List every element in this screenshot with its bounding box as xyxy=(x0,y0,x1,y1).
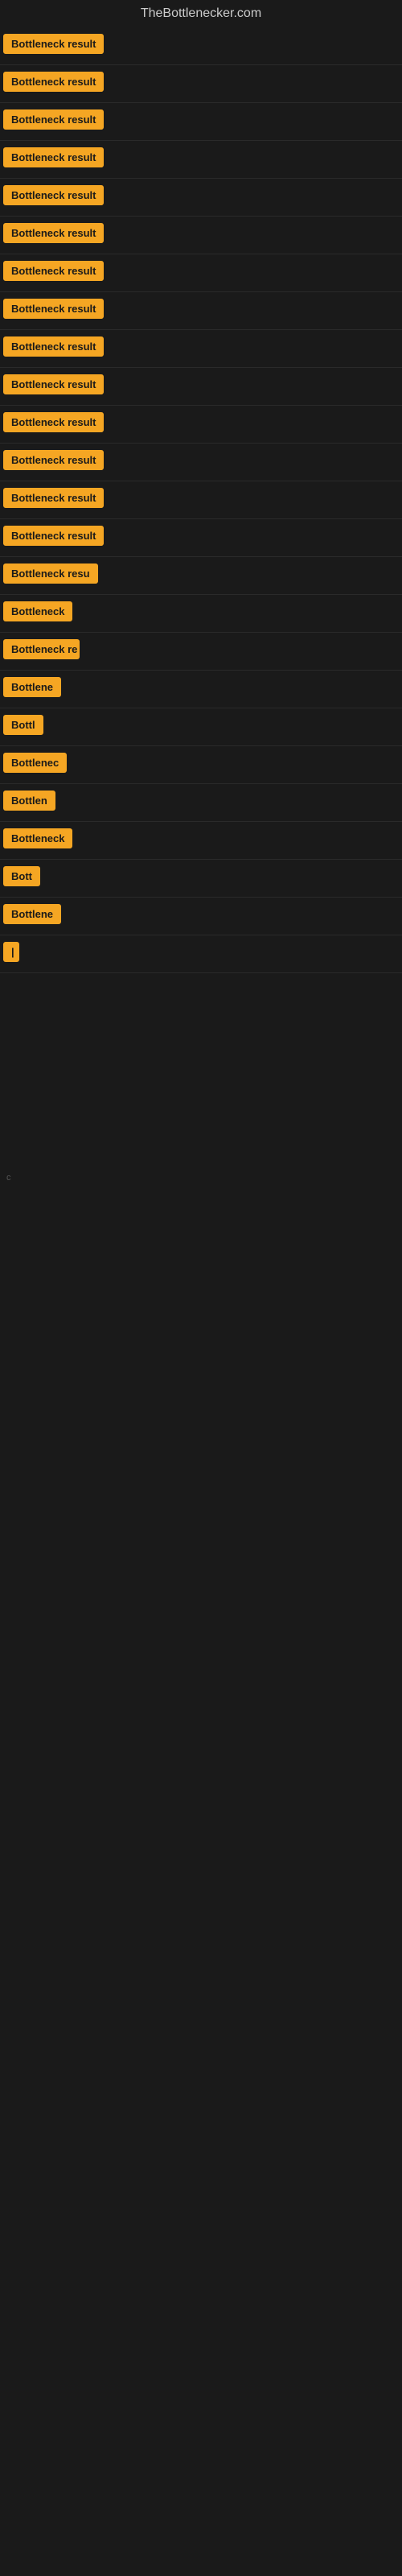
bottleneck-badge[interactable]: Bottleneck result xyxy=(3,412,104,432)
bottom-section: c xyxy=(0,1166,402,1187)
list-item: Bottleneck re xyxy=(0,633,402,671)
list-item: Bottleneck result xyxy=(0,519,402,557)
bottleneck-badge[interactable]: Bottleneck result xyxy=(3,299,104,319)
list-item: Bottleneck result xyxy=(0,65,402,103)
list-item: Bottlene xyxy=(0,898,402,935)
spacer-4 xyxy=(0,1187,402,1252)
list-item: Bottlene xyxy=(0,671,402,708)
list-item: Bottleneck result xyxy=(0,292,402,330)
list-item: Bottleneck resu xyxy=(0,557,402,595)
bottleneck-badge[interactable]: Bottl xyxy=(3,715,43,735)
bottleneck-badge[interactable]: Bottleneck result xyxy=(3,261,104,281)
bottleneck-badge[interactable]: Bottleneck result xyxy=(3,526,104,546)
bottleneck-badge[interactable]: Bottleneck result xyxy=(3,72,104,92)
bottleneck-badge[interactable]: Bottleneck result xyxy=(3,109,104,130)
bottleneck-badge[interactable]: Bottleneck re xyxy=(3,639,80,659)
bottleneck-badge[interactable]: Bottleneck result xyxy=(3,185,104,205)
list-item: Bottleneck result xyxy=(0,141,402,179)
spacer-9 xyxy=(0,1509,402,1574)
list-item: Bottleneck result xyxy=(0,217,402,254)
bottleneck-badge[interactable]: Bott xyxy=(3,866,40,886)
bottleneck-badge[interactable]: | xyxy=(3,942,19,962)
bottleneck-badge[interactable]: Bottleneck result xyxy=(3,374,104,394)
bottleneck-badge[interactable]: Bottleneck result xyxy=(3,223,104,243)
list-item: Bottleneck xyxy=(0,595,402,633)
list-item: Bottleneck result xyxy=(0,368,402,406)
spacer-2 xyxy=(0,1038,402,1102)
rows-container: Bottleneck result Bottleneck result Bottle… xyxy=(0,27,402,973)
list-item: Bottlen xyxy=(0,784,402,822)
bottleneck-badge[interactable]: Bottleneck result xyxy=(3,488,104,508)
spacer-6 xyxy=(0,1316,402,1381)
bottleneck-badge[interactable]: Bottleneck resu xyxy=(3,564,98,584)
list-item: Bottleneck result xyxy=(0,444,402,481)
list-item: Bottleneck result xyxy=(0,103,402,141)
bottleneck-badge[interactable]: Bottlene xyxy=(3,677,61,697)
list-item: Bottleneck result xyxy=(0,179,402,217)
bottleneck-badge[interactable]: Bottleneck result xyxy=(3,147,104,167)
list-item: Bottleneck xyxy=(0,822,402,860)
bottleneck-badge[interactable]: Bottleneck xyxy=(3,601,72,621)
spacer-1 xyxy=(0,973,402,1038)
spacer-8 xyxy=(0,1445,402,1509)
site-title: TheBottlenecker.com xyxy=(0,0,402,27)
list-item: Bott xyxy=(0,860,402,898)
bottleneck-badge[interactable]: Bottleneck result xyxy=(3,34,104,54)
list-item: Bottleneck result xyxy=(0,481,402,519)
list-item: Bottleneck result xyxy=(0,330,402,368)
list-item: Bottleneck result xyxy=(0,406,402,444)
list-item: Bottl xyxy=(0,708,402,746)
bottleneck-badge[interactable]: Bottlene xyxy=(3,904,61,924)
bottleneck-badge[interactable]: Bottlen xyxy=(3,791,55,811)
list-item: Bottleneck result xyxy=(0,254,402,292)
spacer-5 xyxy=(0,1252,402,1316)
bottleneck-badge[interactable]: Bottleneck result xyxy=(3,336,104,357)
page-container: TheBottlenecker.com Bottleneck resultBot… xyxy=(0,0,402,1574)
list-item: Bottlenec xyxy=(0,746,402,784)
list-item: | xyxy=(0,935,402,973)
bottleneck-badge[interactable]: Bottleneck result xyxy=(3,450,104,470)
bottleneck-badge[interactable]: Bottlenec xyxy=(3,753,67,773)
list-item: Bottleneck result xyxy=(0,27,402,65)
spacer-7 xyxy=(0,1381,402,1445)
spacer-3 xyxy=(0,1102,402,1166)
bottom-label: c xyxy=(3,1170,14,1186)
bottleneck-badge[interactable]: Bottleneck xyxy=(3,828,72,848)
